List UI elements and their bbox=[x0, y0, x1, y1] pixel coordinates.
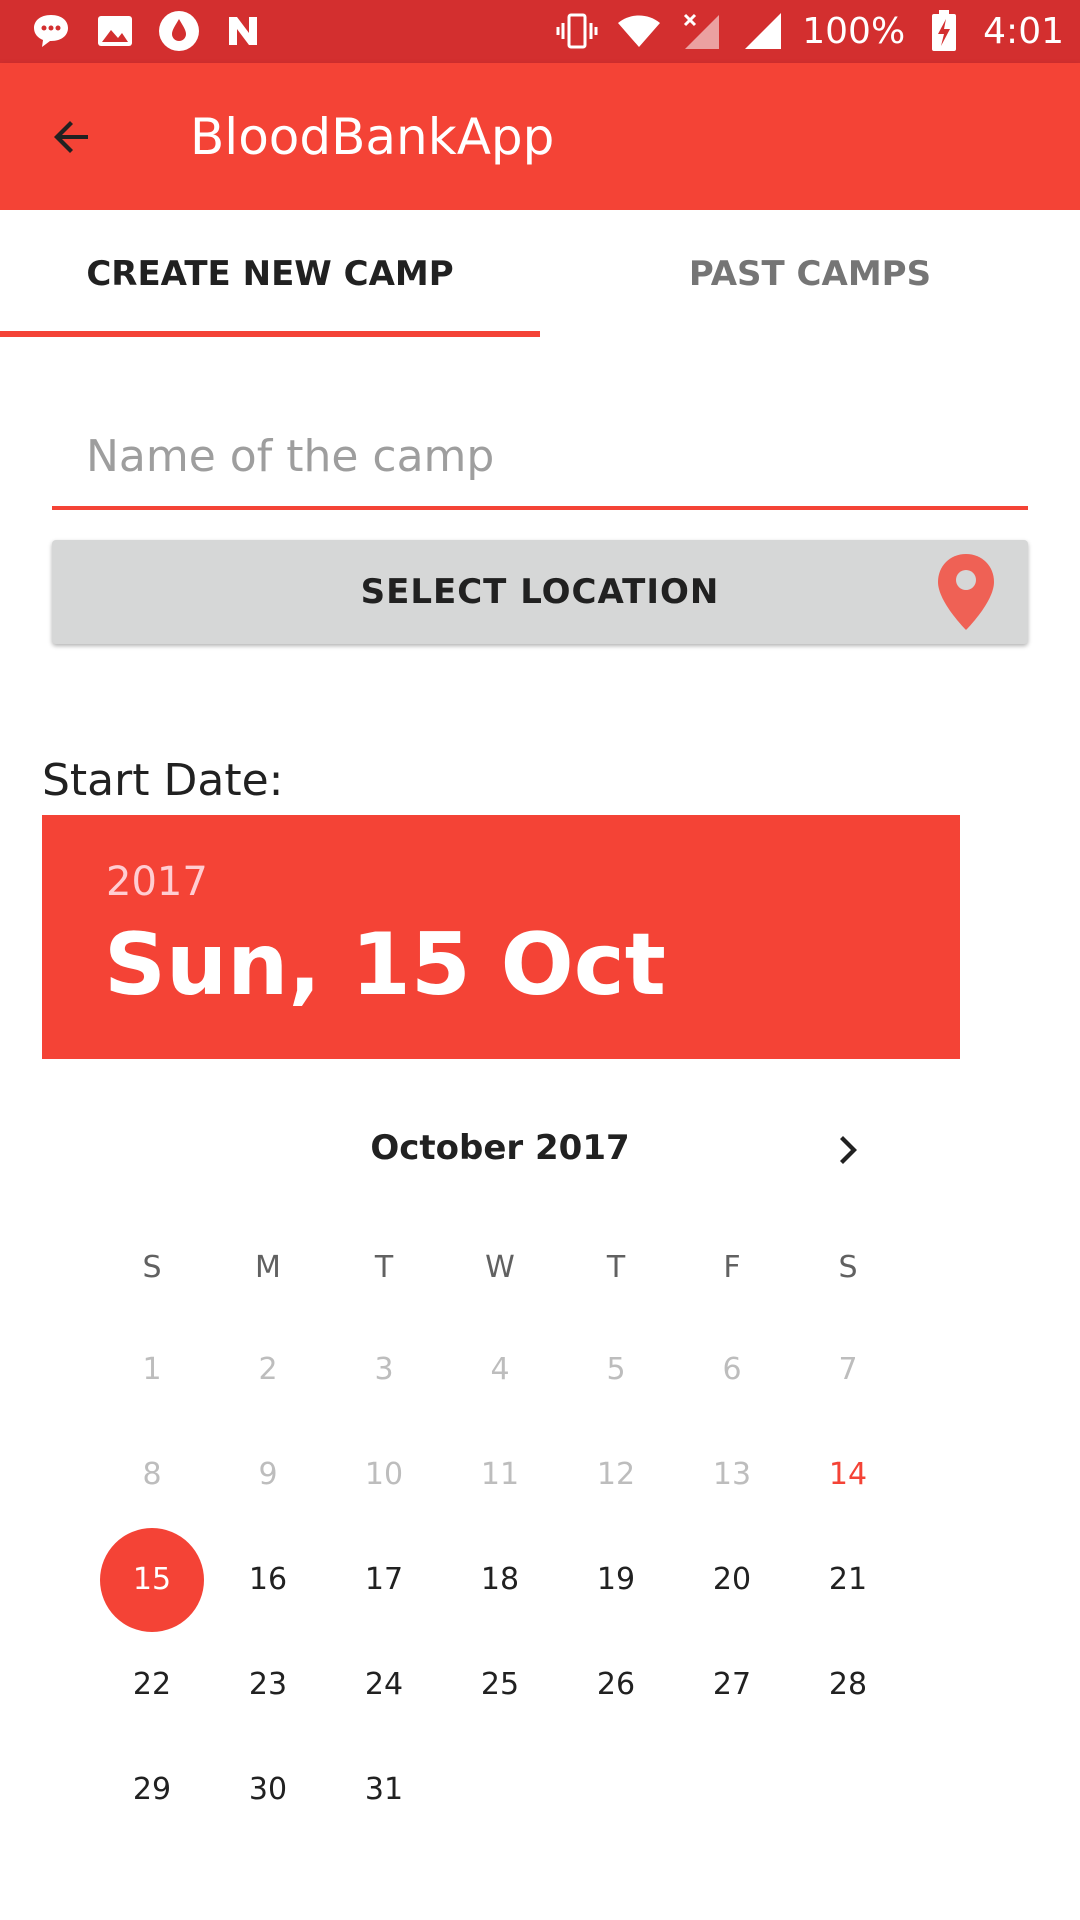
day-cell: 12 bbox=[596, 1457, 636, 1492]
day-cell: 1 bbox=[142, 1352, 162, 1387]
weekday-header: F bbox=[723, 1250, 741, 1285]
day-cell: 2 bbox=[258, 1352, 278, 1387]
day-cell[interactable]: 16 bbox=[216, 1528, 320, 1632]
weekday-header: S bbox=[838, 1250, 858, 1285]
day-cell: 8 bbox=[142, 1457, 162, 1492]
date-picker-header: 2017 Sun, 15 Oct bbox=[42, 815, 960, 1059]
day-cell[interactable]: 29 bbox=[100, 1738, 204, 1842]
weekday-header: S bbox=[142, 1250, 162, 1285]
select-location-button[interactable]: SELECT LOCATION bbox=[52, 540, 1028, 644]
tab-create-new-camp[interactable]: CREATE NEW CAMP bbox=[0, 210, 540, 337]
weekday-header: T bbox=[606, 1250, 626, 1285]
cell-signal-icon bbox=[740, 8, 786, 54]
day-cell[interactable]: 30 bbox=[216, 1738, 320, 1842]
tab-past-camps[interactable]: PAST CAMPS bbox=[540, 210, 1080, 337]
select-location-label: SELECT LOCATION bbox=[360, 572, 720, 612]
day-cell: 4 bbox=[490, 1352, 510, 1387]
battery-percent: 100% bbox=[802, 10, 906, 52]
day-cell: 6 bbox=[722, 1352, 742, 1387]
n-logo-icon bbox=[220, 8, 266, 54]
day-cell[interactable]: 24 bbox=[332, 1633, 436, 1737]
day-cell[interactable]: 14 bbox=[796, 1423, 900, 1527]
day-cell: 11 bbox=[480, 1457, 520, 1492]
day-cell[interactable]: 18 bbox=[448, 1528, 552, 1632]
map-pin-icon bbox=[938, 554, 994, 630]
day-cell[interactable]: 19 bbox=[564, 1528, 668, 1632]
day-cell: 5 bbox=[606, 1352, 626, 1387]
blood-drop-app-icon bbox=[156, 8, 202, 54]
day-cell-selected[interactable]: 15 bbox=[100, 1528, 204, 1632]
selected-year[interactable]: 2017 bbox=[106, 859, 208, 905]
clock: 4:01 bbox=[983, 10, 1064, 52]
day-cell: 3 bbox=[374, 1352, 394, 1387]
day-cell: 7 bbox=[838, 1352, 858, 1387]
tab-bar: CREATE NEW CAMP PAST CAMPS bbox=[0, 210, 1080, 337]
weekday-header: T bbox=[374, 1250, 394, 1285]
day-cell[interactable]: 20 bbox=[680, 1528, 784, 1632]
day-cell: 10 bbox=[364, 1457, 404, 1492]
status-bar: 100% 4:01 bbox=[0, 0, 1080, 63]
selected-date[interactable]: Sun, 15 Oct bbox=[104, 915, 666, 1015]
arrow-left-icon bbox=[54, 121, 88, 153]
no-signal-icon bbox=[678, 8, 724, 54]
weekday-header: M bbox=[255, 1250, 281, 1285]
start-date-label: Start Date: bbox=[42, 755, 284, 806]
app-bar: BloodBankApp bbox=[0, 63, 1080, 210]
day-cell[interactable]: 22 bbox=[100, 1633, 204, 1737]
tab-indicator bbox=[0, 331, 540, 337]
image-icon bbox=[92, 8, 138, 54]
day-cell: 13 bbox=[712, 1457, 752, 1492]
day-cell[interactable]: 21 bbox=[796, 1528, 900, 1632]
notification-icons bbox=[28, 8, 266, 54]
vibrate-icon bbox=[554, 8, 600, 54]
day-cell[interactable]: 17 bbox=[332, 1528, 436, 1632]
day-cell[interactable]: 26 bbox=[564, 1633, 668, 1737]
message-icon bbox=[28, 8, 74, 54]
app-title: BloodBankApp bbox=[190, 108, 555, 166]
day-cell[interactable]: 25 bbox=[448, 1633, 552, 1737]
battery-charging-icon bbox=[921, 8, 967, 54]
weekday-header: W bbox=[485, 1250, 515, 1285]
day-cell[interactable]: 28 bbox=[796, 1633, 900, 1737]
day-cell[interactable]: 31 bbox=[332, 1738, 436, 1842]
system-icons: 100% 4:01 bbox=[554, 8, 1064, 54]
camp-name-input[interactable] bbox=[84, 420, 988, 492]
chevron-right-icon bbox=[840, 1136, 857, 1164]
camp-name-field bbox=[52, 410, 1028, 510]
day-cell[interactable]: 27 bbox=[680, 1633, 784, 1737]
wifi-icon bbox=[616, 8, 662, 54]
day-cell: 9 bbox=[258, 1457, 278, 1492]
next-month-button[interactable] bbox=[820, 1122, 880, 1178]
back-button[interactable] bbox=[40, 105, 104, 169]
day-cell[interactable]: 23 bbox=[216, 1633, 320, 1737]
